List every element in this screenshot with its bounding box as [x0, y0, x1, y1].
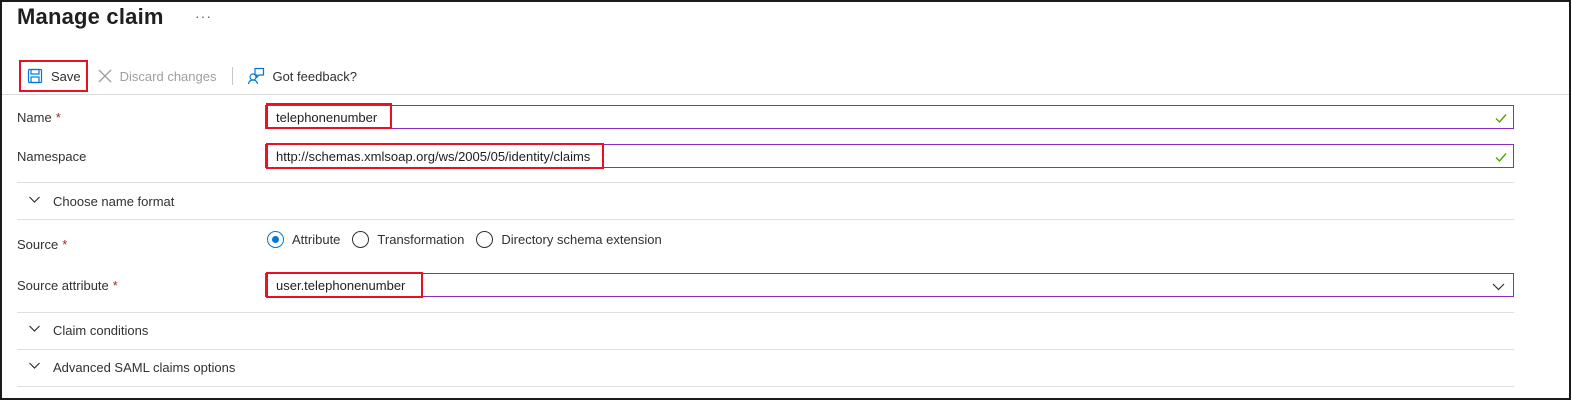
choose-name-format-label: Choose name format — [53, 193, 175, 209]
page-title: Manage claim — [17, 4, 164, 29]
section-divider — [17, 349, 1514, 350]
namespace-input[interactable]: http://schemas.xmlsoap.org/ws/2005/05/id… — [265, 144, 1514, 168]
source-label-text: Source — [17, 237, 59, 252]
save-icon — [26, 67, 44, 85]
name-label: Name * — [17, 110, 61, 125]
required-marker: * — [55, 110, 61, 125]
radio-transformation-label: Transformation — [377, 232, 465, 247]
radio-button[interactable] — [267, 231, 284, 248]
save-button[interactable]: Save — [19, 60, 88, 92]
source-attribute-label: Source attribute * — [17, 278, 118, 293]
name-input-value: telephonenumber — [276, 110, 378, 125]
source-label: Source * — [17, 237, 67, 252]
radio-directory-schema-extension[interactable]: Directory schema extension — [476, 231, 662, 248]
more-options-button[interactable]: ··· — [195, 8, 212, 24]
section-divider — [17, 219, 1514, 220]
command-bar: Save Discard changes Got feedback? — [17, 60, 357, 92]
required-marker: * — [112, 278, 118, 293]
toolbar-separator — [232, 67, 234, 85]
radio-attribute[interactable]: Attribute — [267, 231, 340, 248]
close-icon — [96, 67, 114, 85]
section-divider — [17, 182, 1514, 183]
source-attribute-label-text: Source attribute — [17, 278, 109, 293]
section-divider — [17, 312, 1514, 313]
name-label-text: Name — [17, 110, 52, 125]
source-attribute-value: user.telephonenumber — [276, 278, 406, 293]
claim-conditions-toggle[interactable]: Claim conditions — [28, 322, 148, 338]
discard-changes-label: Discard changes — [119, 68, 217, 84]
chevron-down-icon — [28, 193, 41, 209]
source-attribute-dropdown[interactable]: user.telephonenumber — [265, 273, 1514, 297]
advanced-saml-claims-options-toggle[interactable]: Advanced SAML claims options — [28, 359, 235, 375]
advanced-saml-claims-options-label: Advanced SAML claims options — [53, 359, 236, 375]
radio-button[interactable] — [476, 231, 494, 248]
chevron-down-icon — [28, 359, 41, 375]
checkmark-icon — [1495, 111, 1507, 129]
save-label: Save — [51, 68, 81, 84]
namespace-label: Namespace — [17, 149, 87, 164]
chevron-down-icon — [28, 322, 41, 338]
source-radio-group: Attribute Transformation Directory schem… — [267, 231, 674, 248]
claim-conditions-label: Claim conditions — [53, 322, 149, 338]
section-divider — [17, 386, 1514, 387]
toolbar-divider — [2, 94, 1569, 95]
discard-changes-button[interactable]: Discard changes — [96, 60, 217, 92]
required-marker: * — [62, 237, 68, 252]
got-feedback-label: Got feedback? — [272, 68, 358, 84]
radio-attribute-label: Attribute — [292, 232, 341, 247]
name-input[interactable]: telephonenumber — [265, 105, 1514, 129]
feedback-icon — [247, 67, 265, 85]
namespace-input-value: http://schemas.xmlsoap.org/ws/2005/05/id… — [276, 149, 591, 164]
radio-directory-schema-extension-label: Directory schema extension — [501, 232, 662, 247]
checkmark-icon — [1495, 150, 1507, 168]
chevron-down-icon — [1492, 280, 1505, 298]
radio-button[interactable] — [352, 231, 370, 248]
radio-transformation[interactable]: Transformation — [352, 231, 464, 248]
got-feedback-button[interactable]: Got feedback? — [247, 60, 357, 92]
choose-name-format-toggle[interactable]: Choose name format — [28, 193, 174, 209]
